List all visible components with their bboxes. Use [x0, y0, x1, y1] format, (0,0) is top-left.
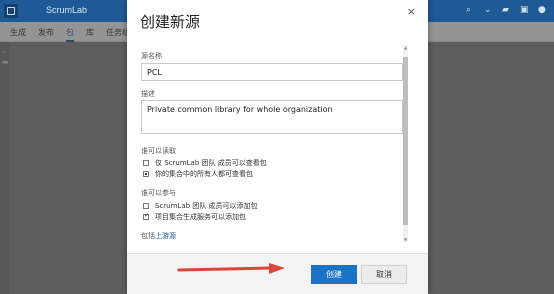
read-permission-label: 谁可以读取 [141, 147, 176, 155]
user-icon[interactable]: ● [538, 5, 546, 15]
description-label: 描述 [141, 90, 155, 98]
close-icon[interactable]: × [407, 5, 416, 18]
dialog-scrollbar[interactable]: ▲ ▼ [403, 45, 408, 242]
upstream-link-text[interactable]: 上游源 [155, 232, 176, 240]
search-icon[interactable]: ⌕ [466, 5, 471, 15]
description-textarea[interactable]: Private common library for whole organiz… [141, 100, 403, 134]
scroll-up-icon[interactable]: ▲ [403, 45, 408, 50]
create-button[interactable]: 创建 [311, 265, 357, 284]
read-option-team-label[interactable]: 仅 ScrumLab 团队 成员可以查看包 [155, 158, 267, 168]
feed-name-input[interactable]: PCL [141, 63, 403, 81]
upstream-sources-link[interactable]: 包括上游源 [141, 231, 176, 241]
contribute-team-label[interactable]: ScrumLab 团队 成员可以添加包 [155, 201, 258, 211]
dialog-title: 创建新源 [140, 13, 201, 31]
create-feed-dialog: 创建新源 × 源名称 PCL 描述 Private common library… [127, 0, 428, 294]
read-option-collection-radio[interactable] [143, 171, 149, 177]
read-option-collection-label[interactable]: 你的集合中的所有人都可查看包 [155, 169, 253, 179]
contribute-build-service-checkbox[interactable] [143, 212, 149, 220]
chevron-down-icon[interactable]: ⌄ [484, 5, 492, 15]
project-title[interactable]: ScrumLab [46, 5, 87, 15]
scrollbar-thumb[interactable] [403, 57, 408, 225]
contribute-team-checkbox[interactable] [143, 203, 149, 209]
notification-icon[interactable]: ▰ [502, 5, 509, 15]
read-option-team-radio[interactable] [143, 160, 149, 166]
scroll-down-icon[interactable]: ▼ [403, 237, 408, 242]
contribute-build-service-label[interactable]: 项目集合生成服务可以添加包 [155, 212, 246, 222]
cancel-button[interactable]: 取消 [361, 265, 407, 284]
contribute-permission-label: 谁可以参与 [141, 189, 176, 197]
annotation-arrow-icon [177, 263, 285, 274]
upstream-prefix: 包括 [141, 232, 155, 240]
marketplace-icon[interactable]: ▣ [520, 5, 529, 15]
feed-name-label: 源名称 [141, 52, 162, 60]
app-logo-icon[interactable] [4, 4, 18, 18]
